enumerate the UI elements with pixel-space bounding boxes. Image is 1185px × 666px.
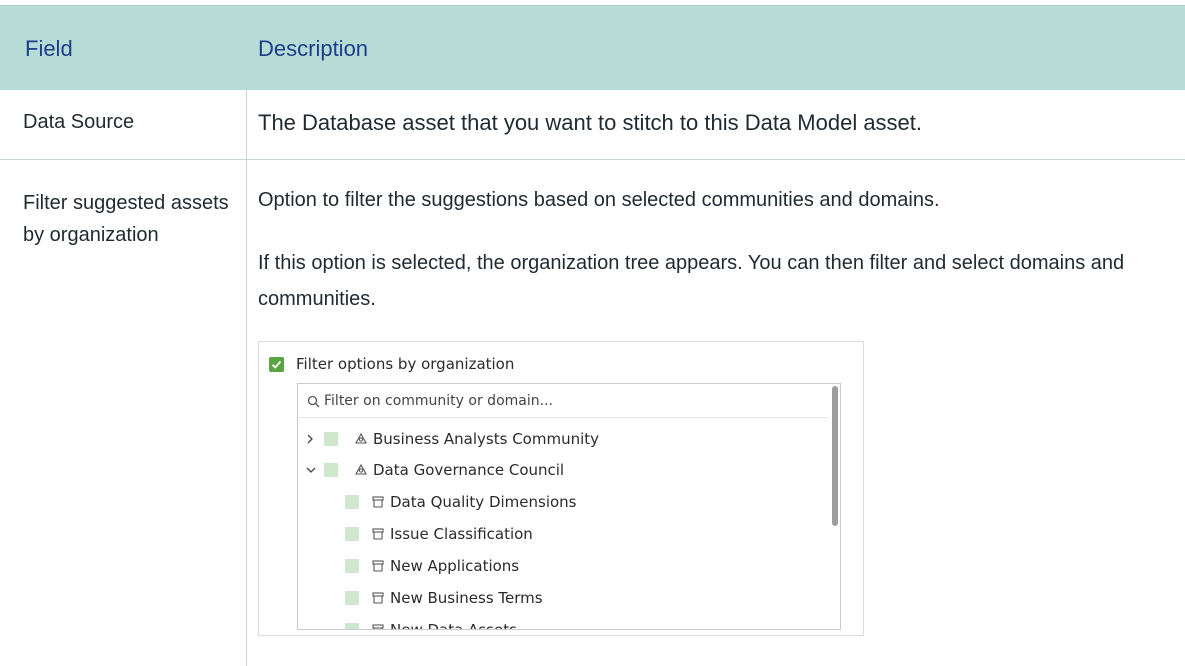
domain-icon: [371, 623, 385, 629]
tree-item-checkbox[interactable]: [345, 591, 359, 605]
tree-item-issue-classification[interactable]: Issue Classification: [345, 523, 533, 545]
tree-item-new-applications[interactable]: New Applications: [345, 555, 519, 577]
filter-by-organization-label: Filter options by organization: [296, 355, 515, 373]
tree-item-label: New Business Terms: [390, 589, 543, 607]
organization-filter-screenshot: Filter options by organization Filter on…: [258, 341, 864, 636]
tree-item-new-business-terms[interactable]: New Business Terms: [345, 587, 543, 609]
domain-icon: [371, 591, 385, 605]
tree-item-label: Issue Classification: [390, 525, 533, 543]
search-icon: [307, 394, 321, 408]
tree-item-checkbox[interactable]: [324, 432, 338, 446]
tree-item-checkbox[interactable]: [345, 495, 359, 509]
chevron-right-icon[interactable]: [304, 432, 318, 446]
description-filter-p1: Option to filter the suggestions based o…: [258, 189, 940, 211]
field-description-table: Field Description Data Source The Databa…: [0, 0, 1185, 666]
header-description: Description: [258, 36, 369, 61]
tree-item-data-governance-council[interactable]: Data Governance Council: [304, 459, 564, 481]
chevron-down-icon[interactable]: [304, 463, 318, 477]
community-icon: [354, 463, 368, 477]
tree-item-new-data-assets[interactable]: New Data Assets: [345, 619, 517, 630]
description-filter-p2: If this option is selected, the organiza…: [258, 252, 1125, 310]
community-icon: [354, 432, 368, 446]
tree-item-label: Business Analysts Community: [373, 430, 600, 448]
tree-scrollbar[interactable]: [830, 384, 840, 629]
domain-icon: [371, 527, 385, 541]
tree-item-checkbox[interactable]: [345, 623, 359, 629]
table-header: Field Description: [0, 5, 1185, 90]
field-filter-suggested-assets: Filter suggested assets by organization: [23, 192, 229, 246]
tree-item-label: Data Quality Dimensions: [390, 493, 577, 511]
tree-item-checkbox[interactable]: [324, 463, 338, 477]
tree-item-checkbox[interactable]: [345, 559, 359, 573]
description-data-source: The Database asset that you want to stit…: [258, 110, 923, 135]
checkmark-icon: [271, 360, 282, 369]
filter-by-organization-option[interactable]: Filter options by organization: [269, 354, 514, 374]
tree-item-label: Data Governance Council: [373, 461, 565, 479]
tree-search-input[interactable]: [324, 392, 804, 409]
domain-icon: [371, 495, 385, 509]
tree-search-bar: [298, 384, 828, 418]
tree-item-checkbox[interactable]: [345, 527, 359, 541]
field-data-source: Data Source: [23, 111, 135, 133]
domain-icon: [371, 559, 385, 573]
tree-scrollbar-thumb[interactable]: [832, 386, 838, 526]
tree-item-data-quality-dimensions[interactable]: Data Quality Dimensions: [345, 491, 577, 513]
filter-by-organization-checkbox[interactable]: [269, 356, 284, 372]
tree-item-label: New Data Assets: [390, 621, 517, 630]
tree-item-label: New Applications: [390, 557, 520, 575]
organization-tree: Business Analysts Community Data Governa…: [297, 383, 841, 630]
tree-item-business-analysts-community[interactable]: Business Analysts Community: [304, 428, 599, 450]
row-divider: [0, 159, 1185, 160]
header-field: Field: [25, 36, 73, 61]
column-divider: [246, 89, 247, 666]
